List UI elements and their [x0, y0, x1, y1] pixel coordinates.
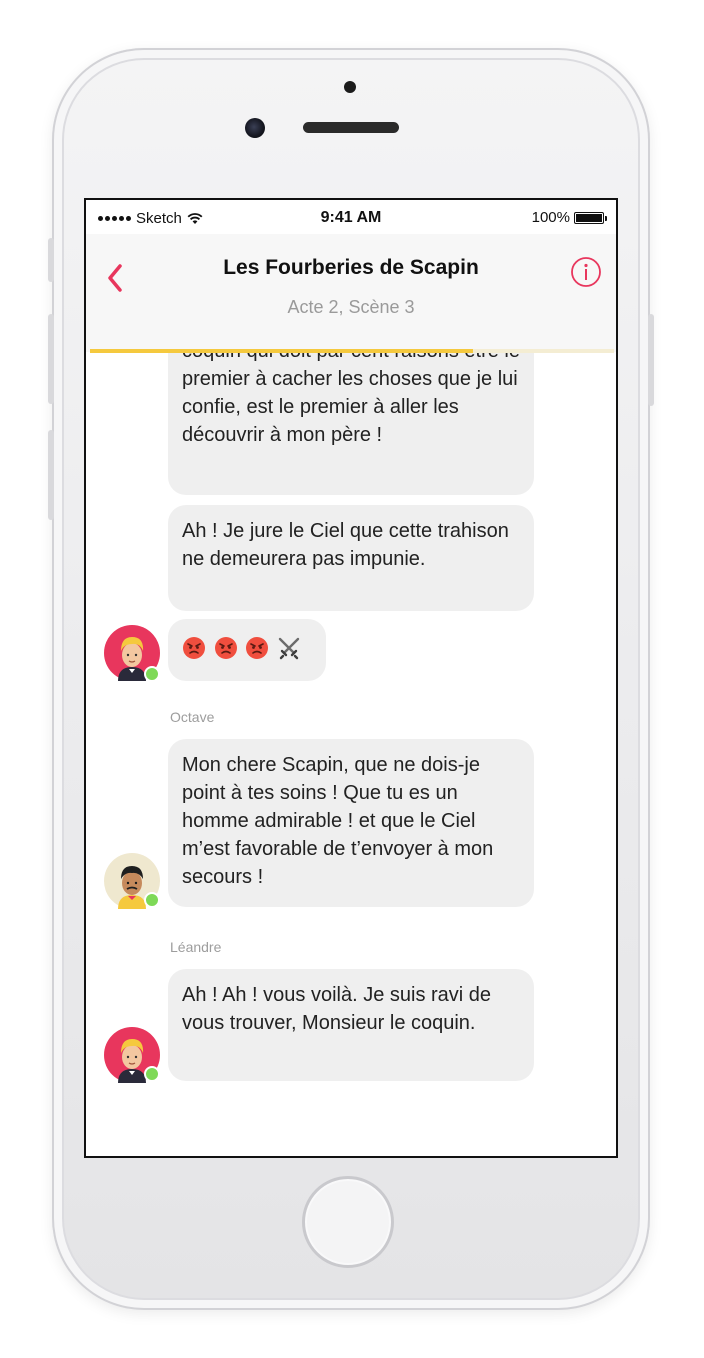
mute-switch — [48, 238, 54, 282]
navigation-bar: Les Fourberies de Scapin Acte 2, Scène 3 — [86, 234, 616, 353]
message-bubble: Ah ! Je jure le Ciel que cette trahison … — [168, 505, 534, 611]
sender-name: Octave — [170, 709, 215, 725]
message-text: coquin qui doit par cent raisons être le… — [182, 353, 520, 446]
chat-thread[interactable]: coquin qui doit par cent raisons être le… — [86, 353, 616, 1156]
info-icon[interactable] — [570, 256, 602, 288]
page-title: Les Fourberies de Scapin — [223, 256, 479, 279]
screen: Sketch 9:41 AM 100% Les Fourberies de Sc… — [84, 198, 618, 1158]
angry-face-icon — [183, 636, 205, 659]
home-button[interactable] — [302, 1176, 394, 1268]
message-bubble: Mon chere Scapin, que ne dois-je point à… — [168, 739, 534, 907]
power-button — [648, 314, 654, 406]
page-subtitle: Acte 2, Scène 3 — [287, 297, 415, 317]
sender-name: Léandre — [170, 939, 222, 955]
status-right: 100% — [531, 209, 607, 226]
volume-up-button — [48, 314, 54, 404]
online-status-dot — [144, 666, 160, 682]
front-camera — [245, 118, 265, 138]
angry-face-icon — [246, 636, 269, 659]
message-text: Mon chere Scapin, que ne dois-je point à… — [182, 754, 494, 888]
message-bubble: Ah ! Ah ! vous voilà. Je suis ravi de vo… — [168, 969, 534, 1081]
earpiece-speaker — [303, 122, 399, 133]
crossed-swords-icon — [278, 637, 299, 659]
emoji-message-bubble — [168, 619, 326, 681]
status-bar: Sketch 9:41 AM 100% — [86, 200, 616, 234]
angry-face-icon — [214, 636, 237, 659]
battery-percent: 100% — [531, 209, 570, 226]
message-text: Ah ! Ah ! vous voilà. Je suis ravi de vo… — [182, 984, 492, 1034]
battery-icon — [574, 211, 607, 224]
message-bubble: coquin qui doit par cent raisons être le… — [168, 353, 534, 495]
online-status-dot — [144, 892, 160, 908]
message-text: Ah ! Je jure le Ciel que cette trahison … — [182, 520, 509, 570]
online-status-dot — [144, 1066, 160, 1082]
proximity-sensor — [344, 81, 356, 93]
volume-down-button — [48, 430, 54, 520]
